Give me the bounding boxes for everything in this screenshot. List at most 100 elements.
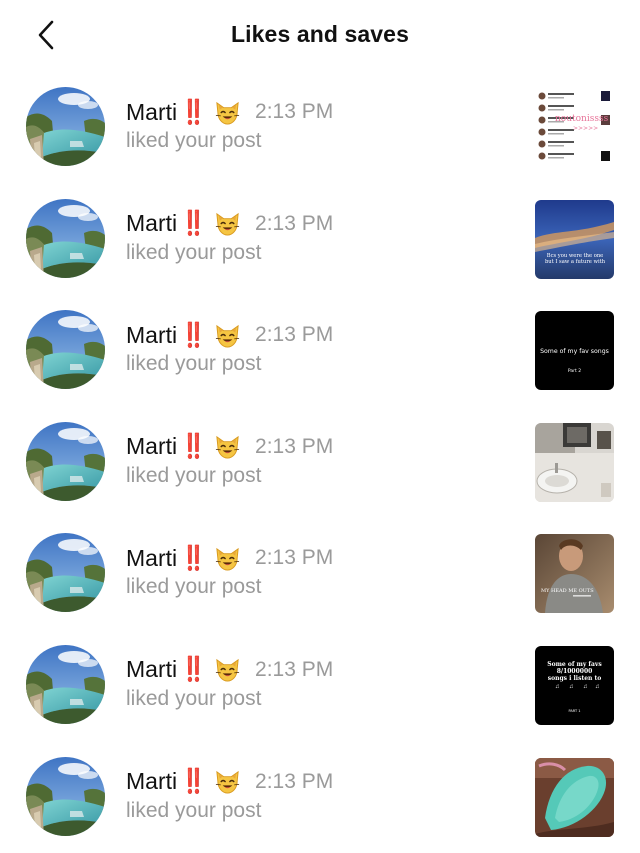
- notification-action: liked your post: [126, 352, 262, 376]
- timestamp: 2:13 PM: [255, 211, 334, 235]
- svg-text:>>>>>: >>>>>: [573, 125, 598, 132]
- cat-face-icon: [215, 659, 240, 683]
- notification-action: liked your post: [126, 240, 262, 264]
- post-thumbnail[interactable]: Some of my favs 8/1000000 songs i listen t…: [535, 645, 614, 725]
- post-thumbnail-image: Some of my fav songs Part 2: [535, 311, 614, 391]
- timestamp: 2:13 PM: [255, 657, 334, 681]
- notification-row[interactable]: Marti ‼️ 2:13 PM liked your post Some of…: [0, 629, 640, 741]
- avatar[interactable]: [26, 533, 105, 613]
- cat-face-icon: [215, 212, 240, 236]
- avatar[interactable]: [26, 756, 105, 836]
- notification-header: Marti ‼️ 2:13 PM: [126, 654, 520, 686]
- notification-row[interactable]: Marti ‼️ 2:13 PM liked your post Some of…: [0, 294, 640, 406]
- timestamp: 2:13 PM: [255, 546, 334, 570]
- double-exclamation-icon: ‼️: [181, 98, 206, 126]
- avatar-image: [26, 87, 105, 166]
- username[interactable]: Marti: [126, 433, 177, 460]
- svg-text:♫: ♫: [555, 684, 560, 690]
- notification-header: Marti ‼️ 2:13 PM: [126, 542, 520, 574]
- notification-header: Marti ‼️ 2:13 PM: [126, 319, 520, 351]
- notification-header: Marti ‼️ 2:13 PM: [126, 208, 520, 240]
- notification-header: Marti ‼️ 2:13 PM: [126, 96, 520, 128]
- notification-row[interactable]: Marti ‼️ 2:13 PM liked your post: [0, 406, 640, 518]
- cat-face-icon: [215, 436, 240, 459]
- cat-face-icon: [215, 324, 240, 348]
- double-exclamation-icon: ‼️: [181, 768, 206, 796]
- post-thumbnail[interactable]: [535, 757, 614, 837]
- post-thumbnail[interactable]: MY HEAD ME OUTS: [535, 534, 614, 614]
- notification-text: Marti ‼️ 2:13 PM liked your post: [126, 96, 520, 153]
- notification-action: liked your post: [126, 129, 262, 152]
- svg-text:8/1000000: 8/1000000: [557, 668, 593, 675]
- username[interactable]: Marti: [126, 99, 177, 126]
- avatar-image: [26, 421, 105, 501]
- post-thumbnail[interactable]: Some of my fav songs Part 2: [535, 311, 614, 391]
- notification-text: Marti ‼️ 2:13 PM liked your post: [126, 542, 520, 599]
- notification-text: Marti ‼️ 2:13 PM liked your post: [126, 319, 520, 376]
- username[interactable]: Marti: [126, 322, 177, 349]
- cat-face-icon: [215, 547, 240, 571]
- timestamp: 2:13 PM: [255, 769, 334, 793]
- timestamp: 2:13 PM: [255, 323, 334, 347]
- notification-header: Marti ‼️ 2:13 PM: [126, 431, 520, 463]
- username[interactable]: Marti: [126, 210, 177, 237]
- notification-action: liked your post: [126, 686, 262, 710]
- post-thumbnail-image: Bcs you were the one but I saw a future …: [535, 199, 614, 279]
- notification-row[interactable]: Marti ‼️ 2:13 PM liked your post: [0, 183, 640, 295]
- notification-header: Marti ‼️ 2:13 PM: [126, 766, 520, 798]
- notification-row[interactable]: Marti ‼️ 2:13 PM liked your post: [0, 741, 640, 853]
- svg-text:♫: ♫: [569, 684, 574, 690]
- svg-text:songs i listen to: songs i listen to: [548, 675, 602, 682]
- username[interactable]: Marti: [126, 768, 177, 795]
- double-exclamation-icon: ‼️: [181, 210, 206, 238]
- post-thumbnail[interactable]: Bcs you were the one but I saw a future …: [535, 199, 614, 279]
- notification-action: liked your post: [126, 798, 262, 822]
- header: Likes and saves: [0, 0, 640, 72]
- double-exclamation-icon: ‼️: [181, 321, 206, 349]
- timestamp: 2:13 PM: [255, 434, 334, 458]
- double-exclamation-icon: ‼️: [181, 656, 206, 684]
- post-thumbnail-image: Some of my favs8/1000000songs i listen t…: [535, 645, 614, 725]
- post-thumbnail-image: [535, 422, 614, 502]
- avatar-image: [26, 198, 105, 278]
- avatar[interactable]: [26, 644, 105, 724]
- double-exclamation-icon: ‼️: [181, 544, 206, 572]
- svg-text:PART 1: PART 1: [569, 709, 581, 713]
- svg-text:but I saw a future with: but I saw a future with: [545, 259, 606, 265]
- notification-text: Marti ‼️ 2:13 PM liked your post: [126, 431, 520, 488]
- notification-row[interactable]: Marti ‼️ 2:13 PM liked your post: [0, 71, 640, 183]
- avatar-image: [26, 533, 105, 613]
- avatar-image: [26, 644, 105, 724]
- post-thumbnail[interactable]: [535, 422, 614, 502]
- notification-action: liked your post: [126, 575, 262, 599]
- svg-text:♫: ♫: [583, 684, 588, 690]
- svg-text:Part 2: Part 2: [568, 368, 581, 374]
- svg-text:Some of my fav songs: Some of my fav songs: [540, 348, 609, 355]
- notification-action: liked your post: [126, 463, 262, 487]
- notification-text: Marti ‼️ 2:13 PM liked your post: [126, 208, 520, 265]
- likes-and-saves-screen: Likes and saves Marti ‼️ 2:13 PM liked y…: [0, 0, 640, 853]
- cat-face-icon: [215, 101, 240, 125]
- avatar[interactable]: [26, 310, 105, 390]
- avatar[interactable]: [26, 421, 105, 501]
- username[interactable]: Marti: [126, 656, 177, 683]
- notification-text: Marti ‼️ 2:13 PM liked your post: [126, 654, 520, 711]
- page-title: Likes and saves: [231, 21, 409, 47]
- post-thumbnail-image: [535, 757, 614, 837]
- svg-text:noutonissss: noutonissss: [555, 114, 609, 124]
- double-exclamation-icon: ‼️: [181, 433, 206, 461]
- username[interactable]: Marti: [126, 545, 177, 572]
- avatar-image: [26, 310, 105, 390]
- svg-text:Some of my favs: Some of my favs: [547, 661, 602, 668]
- post-thumbnail[interactable]: noutonissss >>>>>: [535, 88, 614, 167]
- avatar-image: [26, 756, 105, 836]
- notification-text: Marti ‼️ 2:13 PM liked your post: [126, 766, 520, 823]
- avatar[interactable]: [26, 198, 105, 278]
- svg-text:♫: ♫: [595, 684, 600, 690]
- timestamp: 2:13 PM: [255, 100, 334, 123]
- post-thumbnail-image: MY HEAD ME OUTS: [535, 534, 614, 614]
- svg-text:MY HEAD ME OUTS: MY HEAD ME OUTS: [541, 588, 594, 594]
- avatar[interactable]: [26, 87, 105, 166]
- notification-row[interactable]: Marti ‼️ 2:13 PM liked your post: [0, 517, 640, 629]
- cat-face-icon: [215, 770, 240, 794]
